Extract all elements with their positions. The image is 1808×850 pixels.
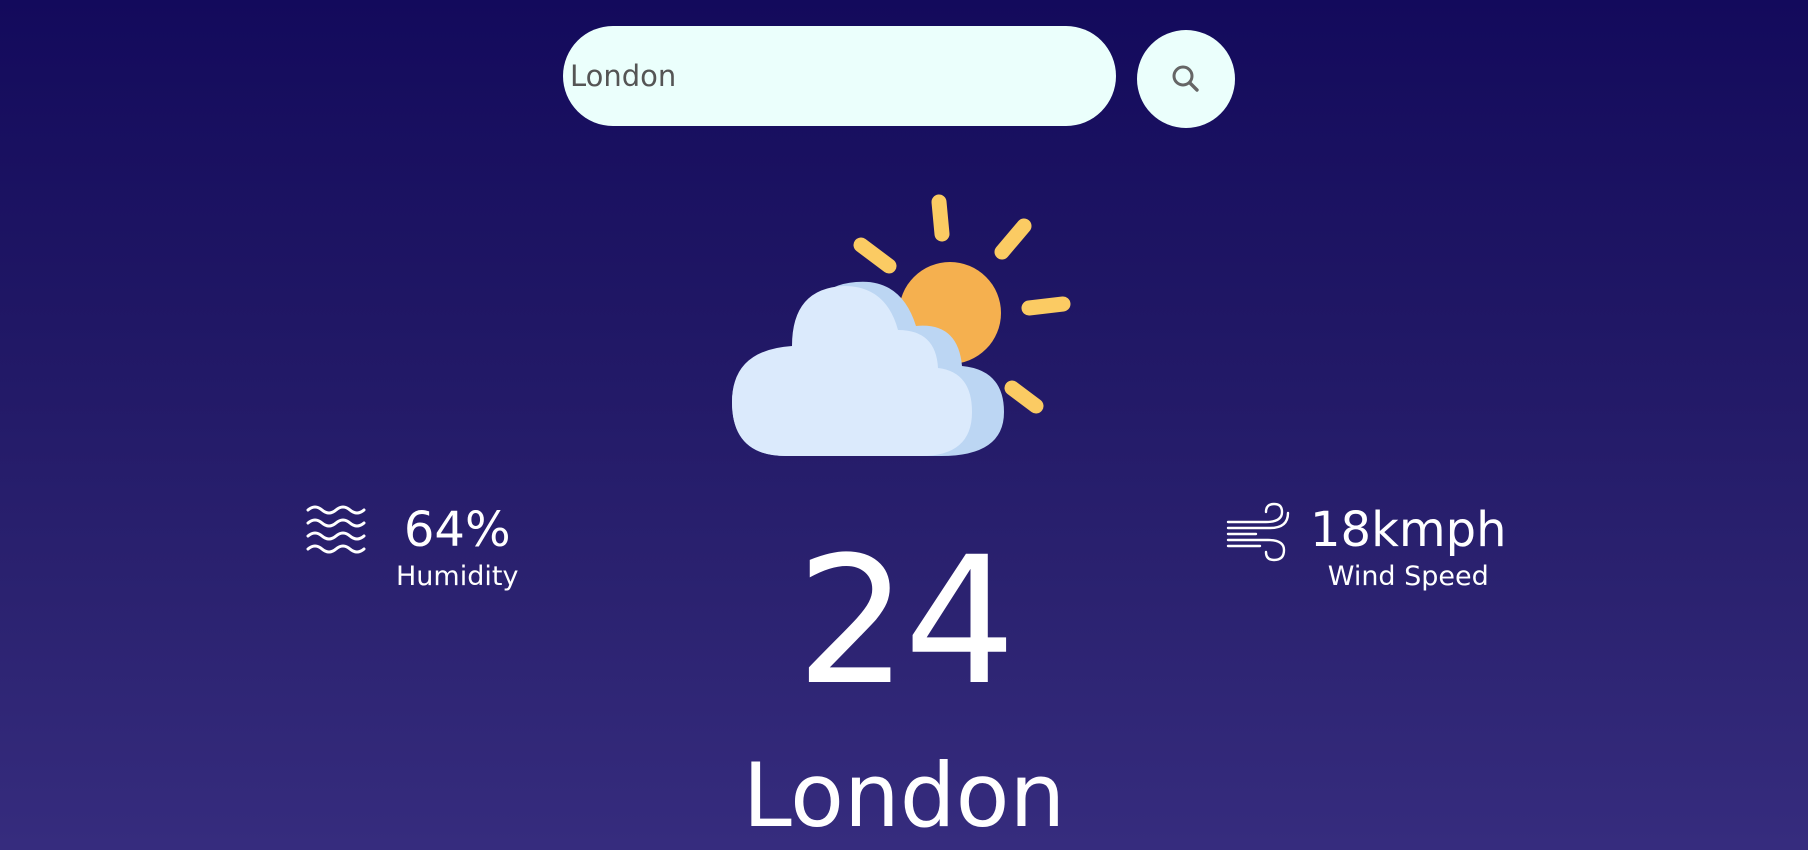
search-button[interactable]: [1137, 30, 1235, 128]
temperature-value: 24: [796, 519, 1016, 724]
partly-cloudy-icon: [732, 194, 1071, 456]
search-input[interactable]: [563, 26, 1116, 126]
city-name: London: [742, 744, 1066, 847]
search-icon: [1172, 65, 1199, 92]
